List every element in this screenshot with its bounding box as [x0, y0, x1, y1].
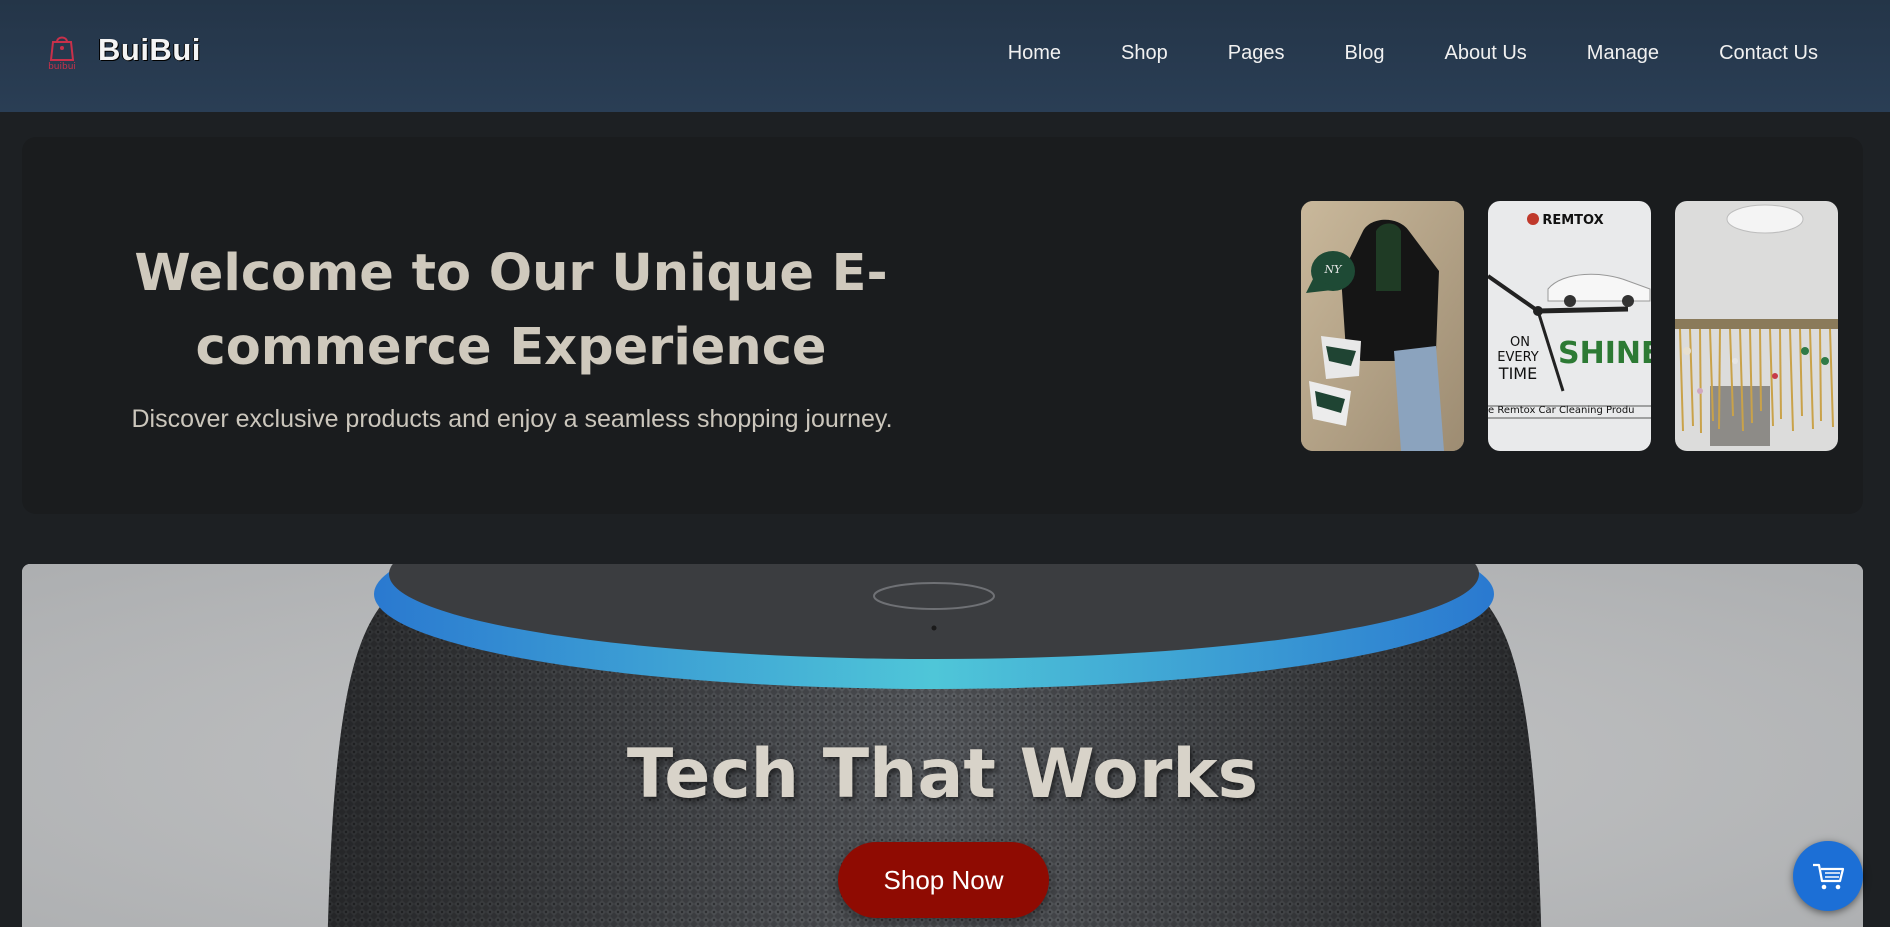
nav-contact-us[interactable]: Contact Us [1719, 42, 1818, 65]
nav-blog[interactable]: Blog [1344, 42, 1384, 65]
svg-text:e Remtox Car Cleaning Produ: e Remtox Car Cleaning Produ [1488, 405, 1635, 416]
shopping-bag-icon: buibui [44, 30, 80, 70]
cart-icon [1813, 863, 1845, 890]
brand[interactable]: buibui BuiBui [44, 30, 201, 70]
svg-text:TIME: TIME [1498, 364, 1537, 383]
jewelry-display-image[interactable] [1675, 201, 1838, 451]
fashion-outfit-image[interactable]: NY [1301, 201, 1464, 451]
hero-title-line2: commerce Experience [195, 318, 827, 377]
hero-title-line1: Welcome to Our Unique E- [134, 244, 888, 303]
remtox-ad-image[interactable]: REMTOX ON EVERY TIME SHINE e Remtox Car … [1488, 201, 1651, 451]
promo-banner: Tech That Works Shop Now [22, 564, 1863, 927]
nav-about-us[interactable]: About Us [1445, 42, 1527, 65]
shop-now-button[interactable]: Shop Now [838, 842, 1049, 918]
hero-title: Welcome to Our Unique E- commerce Experi… [115, 237, 907, 385]
nav-home[interactable]: Home [1008, 42, 1061, 65]
svg-text:buibui: buibui [48, 62, 76, 70]
top-navbar: buibui BuiBui Home Shop Pages Blog About… [0, 0, 1890, 112]
svg-text:NY: NY [1324, 263, 1344, 276]
svg-text:REMTOX: REMTOX [1542, 213, 1603, 228]
hero-section: Welcome to Our Unique E- commerce Experi… [22, 137, 1863, 514]
hero-subtitle: Discover exclusive products and enjoy a … [131, 405, 893, 433]
nav-shop[interactable]: Shop [1121, 42, 1168, 65]
nav-pages[interactable]: Pages [1228, 42, 1285, 65]
svg-text:ON: ON [1510, 335, 1530, 350]
nav-manage[interactable]: Manage [1587, 42, 1659, 65]
brand-name: BuiBui [98, 32, 201, 67]
svg-text:SHINE: SHINE [1558, 336, 1651, 371]
floating-cart-button[interactable] [1793, 841, 1863, 911]
banner-title: Tech That Works [626, 735, 1259, 814]
main-nav: Home Shop Pages Blog About Us Manage Con… [948, 42, 1818, 65]
svg-text:EVERY: EVERY [1497, 350, 1539, 365]
